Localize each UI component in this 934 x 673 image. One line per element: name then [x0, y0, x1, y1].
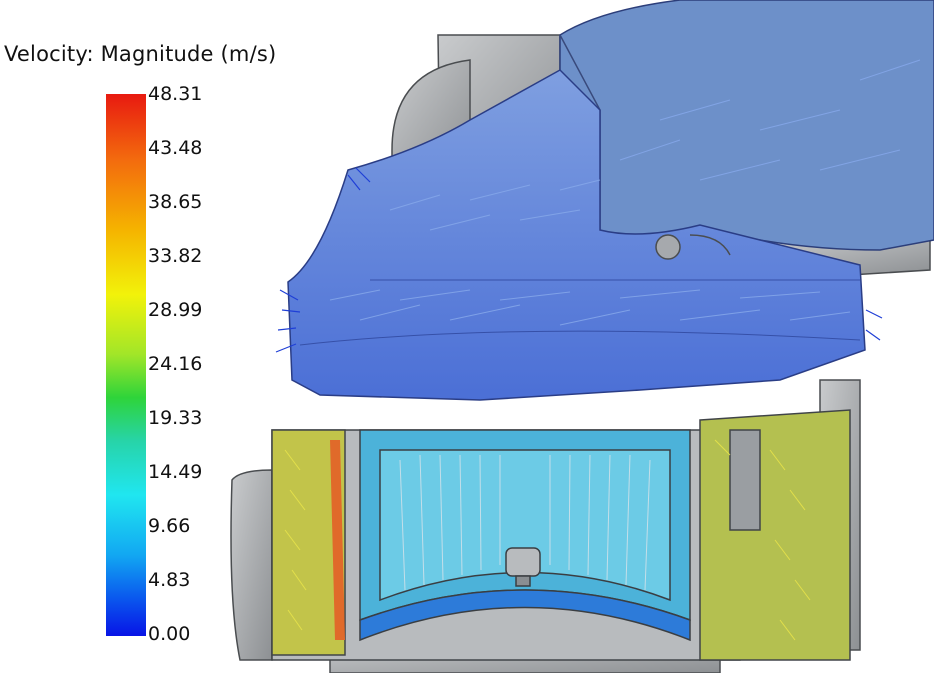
cfd-velocity-vector-render: [230, 0, 934, 673]
upper-duct: [559, 0, 934, 251]
